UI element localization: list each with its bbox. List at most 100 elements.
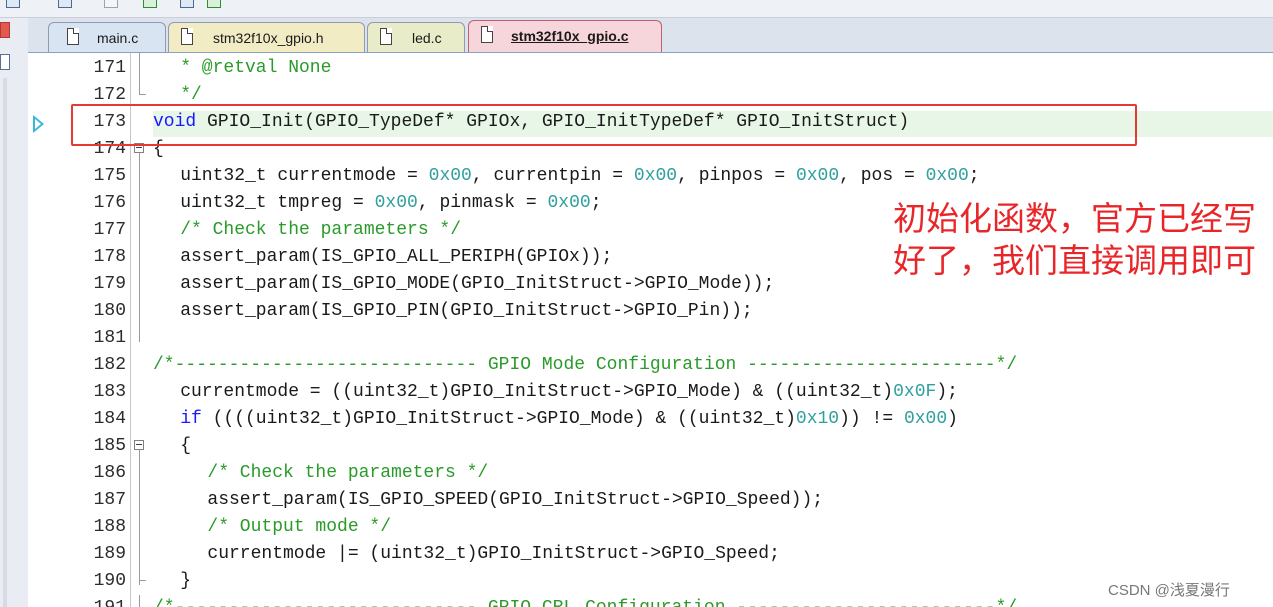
panel-close-icon[interactable] xyxy=(0,22,10,38)
number-token: 0x00 xyxy=(903,409,948,429)
line-number: 181 xyxy=(93,328,126,348)
toolbar-blank-icon[interactable] xyxy=(104,0,118,8)
fold-end-marker xyxy=(139,88,146,95)
annotation-text: 初始化函数，官方已经写好了，我们直接调用即可 xyxy=(893,200,1256,279)
code-line: 187 assert_param(IS_GPIO_SPEED(GPIO_InitS… xyxy=(28,487,1273,514)
toolbar-search-icon[interactable] xyxy=(180,0,194,8)
code-line: 191 /*---------------------------- GPIO C… xyxy=(28,595,1273,607)
code-token: { xyxy=(180,436,191,456)
comment-token: /*---------------------------- GPIO Mode… xyxy=(153,355,1018,375)
code-token: assert_param(IS_GPIO_MODE(GPIO_InitStruc… xyxy=(180,274,775,294)
code-text: currentmode = ((uint32_t)GPIO_InitStruct… xyxy=(180,379,958,406)
code-text: /*---------------------------- GPIO CRL … xyxy=(153,595,1017,607)
line-number: 177 xyxy=(93,220,126,240)
code-token: )) != xyxy=(839,409,904,429)
panel-scrollbar[interactable] xyxy=(3,78,7,607)
code-token: } xyxy=(180,571,191,591)
tab-main-c[interactable]: main.c xyxy=(48,22,166,52)
comment-token: /* Check the parameters */ xyxy=(180,220,462,240)
code-token: ; xyxy=(590,193,602,213)
number-token: 0x00 xyxy=(428,166,472,186)
code-text: { xyxy=(180,433,191,460)
line-number: 186 xyxy=(93,463,126,483)
line-number: 184 xyxy=(93,409,126,429)
number-token: 0x00 xyxy=(547,193,591,213)
tab-stm32f10x-gpio-c[interactable]: stm32f10x_gpio.c xyxy=(468,20,662,52)
code-text: assert_param(IS_GPIO_MODE(GPIO_InitStruc… xyxy=(180,271,774,298)
number-token: 0x00 xyxy=(374,193,418,213)
file-icon xyxy=(67,28,79,45)
line-number: 183 xyxy=(93,382,126,402)
code-text: assert_param(IS_GPIO_ALL_PERIPH(GPIOx)); xyxy=(180,244,612,271)
code-line: 188 /* Output mode */ xyxy=(28,514,1273,541)
left-panel-strip xyxy=(0,18,29,607)
code-token: assert_param(IS_GPIO_ALL_PERIPH(GPIOx)); xyxy=(180,247,613,267)
code-token: ); xyxy=(936,382,958,402)
tab-label: led.c xyxy=(412,30,442,46)
fold-guide xyxy=(139,595,140,607)
tab-label: main.c xyxy=(97,30,139,46)
line-number: 191 xyxy=(28,595,126,607)
code-line: 185 { xyxy=(28,433,1273,460)
code-text: /* Output mode */ xyxy=(207,514,391,541)
panel-pin-icon[interactable] xyxy=(0,54,10,70)
fold-end-marker xyxy=(139,574,146,581)
execution-arrow-icon-inner xyxy=(35,119,41,129)
code-token: currentmode = ((uint32_t)GPIO_InitStruct… xyxy=(180,382,894,402)
code-token: , currentpin = xyxy=(471,166,634,186)
code-token: uint32_t currentmode = xyxy=(180,166,429,186)
comment-token: /* Output mode */ xyxy=(207,517,392,537)
code-text: assert_param(IS_GPIO_PIN(GPIO_InitStruct… xyxy=(180,298,753,325)
keyword-token: if xyxy=(180,409,202,429)
line-number: 176 xyxy=(93,193,126,213)
code-line: 183 currentmode = ((uint32_t)GPIO_InitStr… xyxy=(28,379,1273,406)
line-number: 189 xyxy=(93,544,126,564)
line-number: 187 xyxy=(93,490,126,510)
tab-led-c[interactable]: led.c xyxy=(367,22,465,52)
toolbar-image-icon[interactable] xyxy=(207,0,221,8)
line-number: 188 xyxy=(93,517,126,537)
watermark: CSDN @浅夏漫行 xyxy=(1108,582,1230,599)
code-text: if ((((uint32_t)GPIO_InitStruct->GPIO_Mo… xyxy=(180,406,958,433)
line-number: 178 xyxy=(93,247,126,267)
code-text: assert_param(IS_GPIO_SPEED(GPIO_InitStru… xyxy=(207,487,823,514)
code-token: assert_param(IS_GPIO_PIN(GPIO_InitStruct… xyxy=(180,301,753,321)
code-token: currentmode |= (uint32_t)GPIO_InitStruct… xyxy=(207,544,780,564)
line-number: 179 xyxy=(93,274,126,294)
toolbar-download-icon[interactable] xyxy=(143,0,157,8)
code-token: ; xyxy=(968,166,980,186)
number-token: 0x00 xyxy=(925,166,969,186)
code-text: } xyxy=(180,568,191,595)
toolbar-hierarchy-icon[interactable] xyxy=(6,0,20,8)
comment-token: */ xyxy=(180,85,202,105)
code-token: assert_param(IS_GPIO_SPEED(GPIO_InitStru… xyxy=(207,490,824,510)
fold-guide xyxy=(139,153,140,342)
line-number: 185 xyxy=(93,436,126,456)
code-line: 186 /* Check the parameters */ xyxy=(28,460,1273,487)
code-text: currentmode |= (uint32_t)GPIO_InitStruct… xyxy=(207,541,780,568)
file-icon xyxy=(380,28,392,45)
code-text: uint32_t tmpreg = 0x00, pinmask = 0x00; xyxy=(180,190,601,217)
fold-toggle-icon[interactable] xyxy=(134,440,144,450)
file-icon xyxy=(481,26,493,43)
code-line: 190} xyxy=(28,568,1273,595)
comment-token: /* Check the parameters */ xyxy=(207,463,489,483)
code-text: /* Check the parameters */ xyxy=(207,460,488,487)
code-text: /*---------------------------- GPIO Mode… xyxy=(153,352,1017,379)
tab-stm32f10x-gpio-h[interactable]: stm32f10x_gpio.h xyxy=(168,22,365,52)
number-token: 0x00 xyxy=(795,166,840,186)
tab-label: stm32f10x_gpio.c xyxy=(511,28,629,44)
tab-label: stm32f10x_gpio.h xyxy=(213,30,324,46)
number-token: 0x10 xyxy=(795,409,840,429)
code-line: 180 assert_param(IS_GPIO_PIN(GPIO_InitStr… xyxy=(28,298,1273,325)
line-number: 182 xyxy=(93,355,126,375)
code-token: ((((uint32_t)GPIO_InitStruct->GPIO_Mode)… xyxy=(201,409,796,429)
comment-token: /*---------------------------- GPIO CRL … xyxy=(153,598,1017,607)
editor-tab-bar: main.c stm32f10x_gpio.h led.c stm32f10x_… xyxy=(28,18,1273,53)
code-token: , pinmask = xyxy=(417,193,548,213)
fold-guide xyxy=(139,450,140,585)
code-text: /* Check the parameters */ xyxy=(180,217,461,244)
toolbar-window-icon[interactable] xyxy=(58,0,72,8)
code-line: 182 /*---------------------------- GPIO M… xyxy=(28,352,1273,379)
code-token: uint32_t tmpreg = xyxy=(180,193,375,213)
